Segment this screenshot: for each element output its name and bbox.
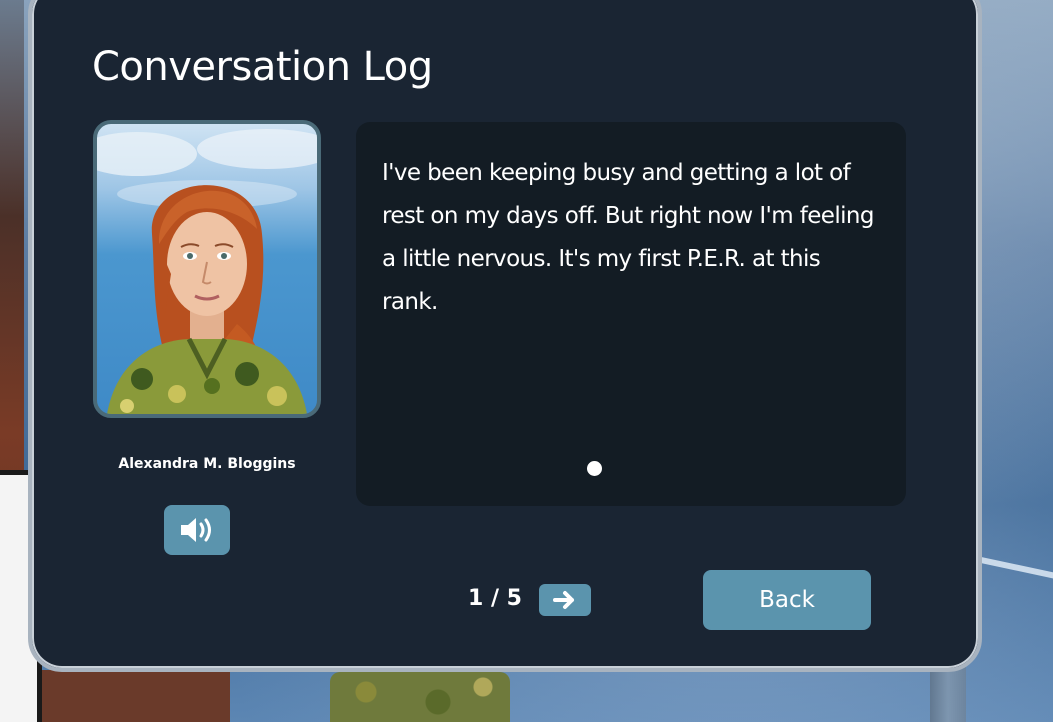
- back-button[interactable]: Back: [703, 570, 871, 630]
- portrait-image: [97, 129, 317, 414]
- dialog-title: Conversation Log: [92, 44, 433, 90]
- background-desk: [40, 670, 230, 722]
- speaker-volume-icon: [181, 518, 211, 542]
- next-page-button[interactable]: [539, 584, 591, 616]
- background-character: [330, 672, 510, 722]
- page-indicator-dot: [587, 461, 602, 476]
- speaker-portrait: [93, 120, 321, 418]
- message-text: I've been keeping busy and getting a lot…: [382, 160, 875, 315]
- play-audio-button[interactable]: [164, 505, 230, 555]
- message-box: I've been keeping busy and getting a lot…: [356, 122, 906, 506]
- arrow-right-icon: [553, 591, 574, 609]
- speaker-name: Alexandra M. Bloggins: [118, 456, 296, 472]
- page-counter: 1 / 5: [468, 586, 522, 611]
